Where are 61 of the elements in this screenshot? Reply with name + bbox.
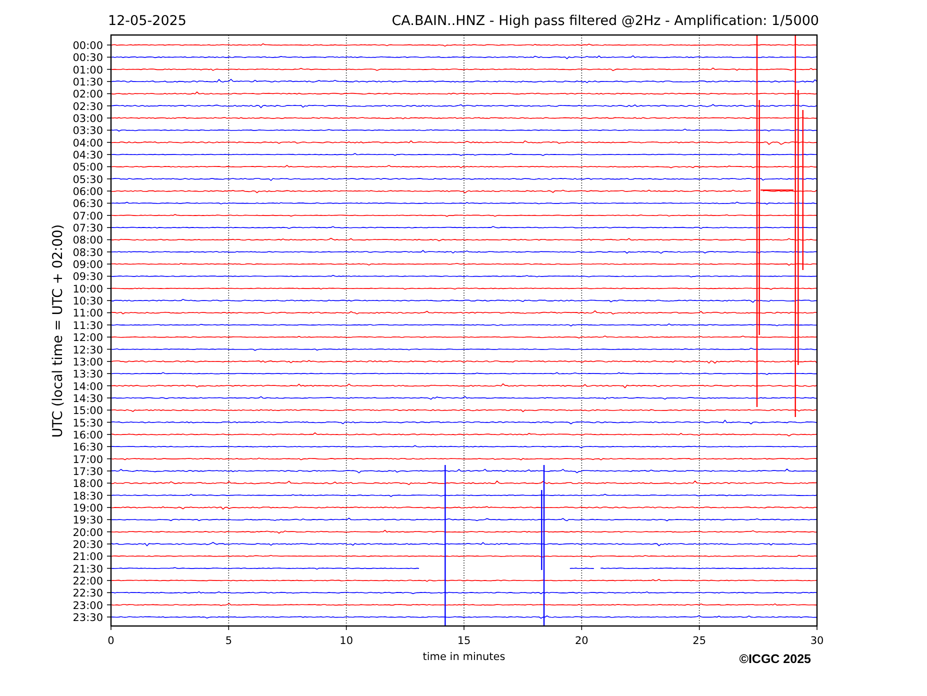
- date-label: 12-05-2025: [108, 13, 186, 29]
- row-time-label: 07:30: [72, 222, 103, 235]
- row-time-label: 19:30: [72, 514, 103, 527]
- row-time-label: 14:30: [72, 392, 103, 405]
- row-time-label: 14:00: [72, 380, 103, 393]
- row-time-label: 18:00: [72, 478, 103, 490]
- row-time-label: 22:30: [72, 588, 103, 600]
- row-time-label: 07:00: [72, 210, 103, 222]
- copyright-label: ©ICGC 2025: [739, 652, 811, 666]
- row-time-label: 10:00: [72, 283, 103, 296]
- row-time-label: 01:00: [72, 64, 103, 76]
- row-time-label: 10:30: [72, 296, 103, 308]
- row-time-label: 03:30: [72, 125, 103, 138]
- row-time-label: 06:30: [72, 198, 103, 210]
- row-time-label: 05:30: [72, 174, 103, 186]
- plot-title: CA.BAIN..HNZ - High pass filtered @2Hz - Amplification: 1/5000: [392, 13, 819, 29]
- row-time-label: 05:00: [72, 162, 103, 174]
- row-time-label: 16:00: [72, 429, 103, 442]
- row-time-label: 23:30: [72, 612, 103, 624]
- row-time-label: 06:00: [72, 186, 103, 198]
- offset-line: [760, 189, 794, 191]
- x-tick-label: 0: [108, 635, 114, 647]
- x-tick-label: 20: [574, 635, 588, 647]
- row-time-label: 09:00: [72, 259, 103, 272]
- row-time-label: 01:30: [72, 76, 103, 88]
- row-time-label: 15:00: [72, 405, 103, 418]
- row-time-label: 03:00: [72, 113, 103, 126]
- x-tick-label: 10: [340, 635, 354, 647]
- row-time-label: 21:00: [72, 551, 103, 564]
- row-time-label: 19:00: [72, 502, 103, 514]
- row-time-label: 09:30: [72, 271, 103, 284]
- row-time-label: 04:30: [72, 150, 103, 162]
- x-tick-label: 25: [692, 635, 706, 647]
- row-time-label: 22:00: [72, 576, 103, 588]
- row-time-label: 13:00: [72, 356, 103, 368]
- row-time-label: 11:00: [72, 308, 103, 320]
- row-time-label: 16:30: [72, 442, 103, 454]
- y-axis-label: UTC (local time = UTC + 02:00): [50, 224, 66, 438]
- row-time-label: 02:30: [72, 100, 103, 113]
- row-time-label: 00:00: [72, 40, 103, 52]
- x-axis-label: time in minutes: [422, 651, 506, 663]
- row-time-label: 12:30: [72, 344, 103, 356]
- x-tick-label: 30: [810, 635, 824, 647]
- row-time-label: 20:00: [72, 526, 103, 539]
- row-time-label: 15:30: [72, 417, 103, 430]
- row-time-label: 08:00: [72, 234, 103, 247]
- row-time-label: 08:30: [72, 246, 103, 259]
- row-time-label: 12:00: [72, 332, 103, 344]
- row-time-label: 20:30: [72, 538, 103, 551]
- row-time-label: 00:30: [72, 52, 103, 64]
- x-tick-label: 15: [457, 635, 471, 647]
- row-time-label: 23:00: [72, 600, 103, 612]
- x-tick-label: 5: [225, 635, 232, 647]
- row-time-label: 21:30: [72, 563, 103, 576]
- row-time-label: 17:30: [72, 466, 103, 478]
- row-time-label: 11:30: [72, 320, 103, 332]
- row-time-label: 13:30: [72, 368, 103, 381]
- row-time-label: 04:00: [72, 137, 103, 150]
- row-time-label: 17:00: [72, 454, 103, 466]
- row-time-label: 18:30: [72, 490, 103, 502]
- row-time-label: 02:00: [72, 88, 103, 101]
